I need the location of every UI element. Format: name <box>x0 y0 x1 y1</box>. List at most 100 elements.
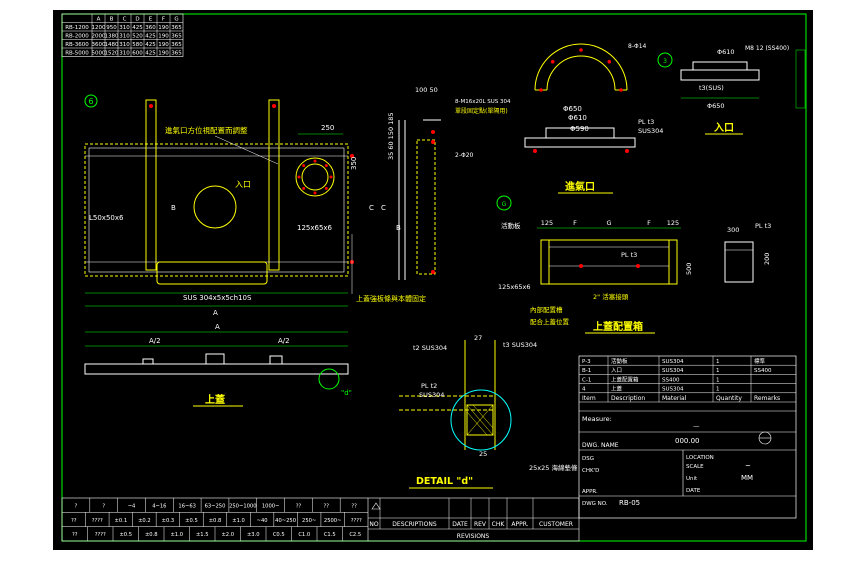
spec-cell: 950 <box>106 25 117 31</box>
dwg-name-val: 000.00 <box>675 437 700 445</box>
entry-title: 入口 <box>714 122 734 134</box>
parts-cell: 標準 <box>754 357 766 365</box>
side-dim-b: B <box>396 224 401 232</box>
box-title: 上蓋配置箱 <box>593 320 643 333</box>
parts-cell: 入口 <box>611 367 622 374</box>
dim-a2-right: A/2 <box>278 337 290 345</box>
tolerance-cell: C1.0 <box>298 532 310 538</box>
tolerance-cell: ?? <box>296 504 302 510</box>
box-side-view <box>724 241 754 283</box>
spec-cell: 310 <box>119 34 130 40</box>
cover-elevation: A A/2 A/2 "d" 上蓋 <box>84 323 352 407</box>
dim-a2-left: A/2 <box>149 337 161 345</box>
revision-header: CUSTOMER <box>539 521 573 528</box>
spec-cell: 1200 <box>92 25 106 31</box>
box-note-3: 配合上蓋位置 <box>530 317 570 326</box>
detail-25: 25 <box>479 450 487 458</box>
spec-cell: 580 <box>132 42 143 48</box>
spec-cell: 520 <box>132 34 143 40</box>
entry-t3: t3(SUS) <box>699 84 724 92</box>
scale-val: ~ <box>745 462 751 470</box>
parts-cell: 活動板 <box>611 357 628 365</box>
parts-cell: 1 <box>716 359 720 365</box>
location-label: LOCATION <box>686 455 714 461</box>
tolerance-cell: 1000~ <box>262 504 280 510</box>
parts-cell: 4 <box>582 387 586 393</box>
tolerance-cell: 4~16 <box>152 504 166 510</box>
tolerance-cell: ?? <box>351 504 357 510</box>
arc-bolt <box>550 59 555 64</box>
rod-note: SUS 304x5x5ch10S <box>183 294 252 302</box>
box-note-4: 2" 活塞接頭 <box>593 292 629 301</box>
plan-outline <box>84 143 349 277</box>
entry-phi: Φ610 <box>717 48 735 56</box>
date-label: DATE <box>686 488 701 494</box>
revision-header: DATE <box>452 521 468 528</box>
spec-cell: 425 <box>145 34 156 40</box>
parts-cell: P-3 <box>582 359 591 365</box>
tolerance-cell: ±0.2 <box>138 518 151 524</box>
spec-cell: 1480 <box>105 42 119 48</box>
tolerance-cell: ±0.5 <box>185 518 198 524</box>
parts-cell: 1 <box>716 387 720 393</box>
parts-cell: SUS304 <box>662 368 684 374</box>
box-outline <box>540 239 678 285</box>
cad-viewport[interactable]: A B C D E F G RB-1200 1200 950 310 425 360 190 365 RB-2… <box>53 10 813 550</box>
dwg-no-val: RB-05 <box>619 499 640 507</box>
parts-header-cell: Description <box>611 395 645 402</box>
parts-header-cell: Material <box>662 395 687 402</box>
tolerance-cell: ?? <box>324 504 330 510</box>
appr-label: APPR. <box>582 489 598 495</box>
tolerance-cell: 250~1000 <box>229 504 256 510</box>
box-right-pl: PL t3 <box>755 222 771 230</box>
arc-bolt <box>579 48 583 52</box>
inlet-dim-1: Φ650 <box>563 105 582 113</box>
box-note-2: 內部配置槽 <box>530 305 563 314</box>
parts-cell: B-1 <box>582 368 591 374</box>
tolerance-cell: ±0.8 <box>145 532 158 538</box>
unit-label: Unit <box>686 476 698 482</box>
parts-cell: SUS304 <box>662 359 684 365</box>
tolerance-cell: ?? <box>72 532 78 538</box>
d-marker: "d" <box>341 389 352 397</box>
tolerance-cell: ±0.8 <box>209 518 222 524</box>
flange-bolt <box>324 164 328 168</box>
side-note-1: 8-M16x20L SUS 304 <box>455 99 511 105</box>
tolerance-cell: ±0.5 <box>119 532 132 538</box>
section-6-label: 6 <box>88 97 93 106</box>
box-right-300: 300 <box>727 226 739 234</box>
arc-bolt <box>539 88 543 92</box>
spec-cell: 600 <box>132 51 143 57</box>
parts-cell: C-1 <box>582 377 591 383</box>
tolerance-cell: ±0.3 <box>162 518 175 524</box>
side-top-dims: 100 50 <box>415 86 438 94</box>
spec-cell: D <box>135 17 139 23</box>
tolerance-cell: C0.5 <box>273 532 285 538</box>
tolerance-cell: ±1.5 <box>196 532 209 538</box>
plan-bar-left <box>145 99 157 271</box>
revisions-label: REVISIONS <box>457 533 490 540</box>
tolerance-cell: ±1.0 <box>232 518 245 524</box>
inlet-pl: PL t3 <box>638 118 654 126</box>
title-block: P-3 活動板 SUS304 1 標準 B-1 入口 SUS304 1 SS400 C-1 上蓋配置箱… <box>578 355 797 519</box>
flange-bolt <box>302 186 306 190</box>
tolerance-cell: ???? <box>351 518 362 524</box>
revision-header: APPR. <box>511 521 528 528</box>
spec-cell: RB-2000 <box>65 34 89 40</box>
arc-bolt <box>607 59 612 64</box>
measure-label: Measure: <box>582 415 612 423</box>
spec-cell: 1380 <box>105 34 119 40</box>
tolerance-cell: ???? <box>95 532 106 538</box>
tolerance-cell: C2.5 <box>349 532 361 538</box>
tolerance-cell: C1.5 <box>324 532 336 538</box>
svg-text:3: 3 <box>663 58 667 65</box>
box-dim-side: 500 <box>685 263 693 275</box>
spec-cell: C <box>123 17 127 23</box>
revision-header: DESCRIPTIONS <box>392 521 437 528</box>
flange-bolt <box>329 175 333 179</box>
spec-cell: 310 <box>119 25 130 31</box>
parts-cell: 上蓋 <box>611 385 623 393</box>
detail-circle <box>450 389 512 451</box>
dim-c: C <box>369 204 374 212</box>
arc-bolt <box>619 88 623 92</box>
